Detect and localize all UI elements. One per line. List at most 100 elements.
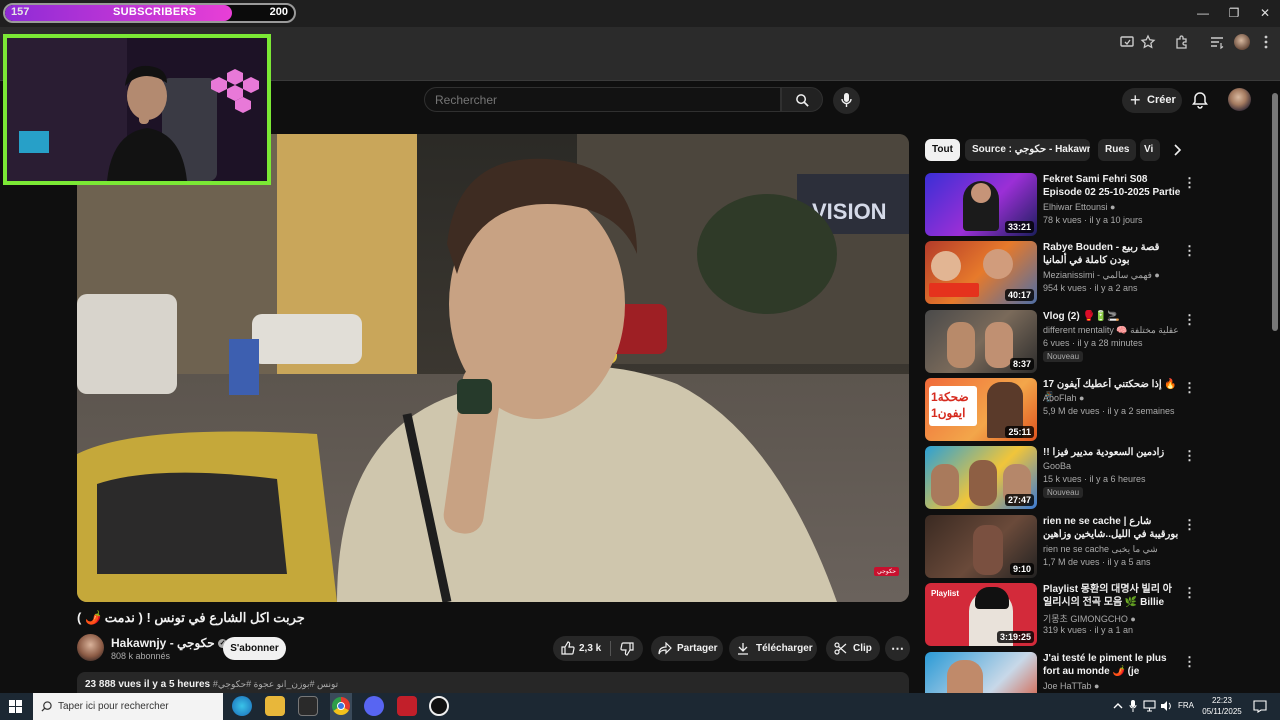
restore-button[interactable]: ❐ bbox=[1224, 4, 1244, 22]
channel-name-text: Mezianissimi - فهمي سالمي bbox=[1043, 270, 1152, 280]
video-thumbnail[interactable]: 8:37 bbox=[925, 310, 1037, 373]
discord-icon[interactable] bbox=[364, 696, 384, 716]
search-button[interactable] bbox=[781, 87, 823, 112]
video-thumbnail[interactable] bbox=[925, 652, 1037, 693]
video-duration: 8:37 bbox=[1009, 358, 1034, 370]
voice-search-button[interactable] bbox=[833, 87, 860, 114]
video-meta: 15 k vues · il y a 6 heures bbox=[1043, 474, 1146, 484]
search-input[interactable] bbox=[424, 87, 781, 112]
video-title[interactable]: زادمين السعودية مديير فيزا !! bbox=[1043, 446, 1181, 459]
profile-avatar[interactable] bbox=[1234, 34, 1250, 50]
video-title[interactable]: rien ne se cache | شارع بورقيبة في الليل… bbox=[1043, 515, 1181, 541]
more-options-icon[interactable]: ⋮ bbox=[1183, 448, 1196, 464]
video-title[interactable]: J'ai testé le piment le plus fort au mon… bbox=[1043, 652, 1181, 678]
more-options-icon[interactable]: ⋮ bbox=[1183, 175, 1196, 191]
video-meta: 1,7 M de vues · il y a 5 ans bbox=[1043, 557, 1151, 567]
channel-name[interactable]: Joe HaTTab ● bbox=[1043, 681, 1099, 691]
subscribe-button[interactable]: S'abonner bbox=[223, 637, 286, 660]
video-thumbnail[interactable]: 33:21 bbox=[925, 173, 1037, 236]
video-title[interactable]: Vlog (2) 🥊🔋🚬 bbox=[1043, 310, 1181, 323]
recommendation-item[interactable]: 1ضحكة 1ايفون 25:11 إذا ضحكتني أعطيك آيفو… bbox=[925, 378, 1200, 442]
notifications-bell-icon[interactable] bbox=[1190, 90, 1210, 110]
recommendation-item[interactable]: 27:47 زادمين السعودية مديير فيزا !! GooB… bbox=[925, 446, 1200, 510]
reading-list-icon[interactable] bbox=[1209, 34, 1225, 50]
obs-icon[interactable] bbox=[429, 696, 449, 716]
channel-name[interactable]: Mezianissimi - فهمي سالمي ● bbox=[1043, 270, 1160, 281]
more-actions-button[interactable]: ⋯ bbox=[885, 636, 910, 661]
video-duration: 3:19:25 bbox=[996, 631, 1034, 643]
cast-icon[interactable] bbox=[1119, 34, 1135, 50]
microphone-icon bbox=[841, 93, 852, 107]
clock[interactable]: 22:23 05/11/2025 bbox=[1200, 695, 1244, 717]
channel-name[interactable]: GooBa bbox=[1043, 461, 1071, 471]
chevron-right-icon[interactable] bbox=[1172, 144, 1182, 156]
video-title[interactable]: Rabye Bouden - قصة ربيع بودن كاملة في أل… bbox=[1043, 241, 1181, 267]
taskbar-search-box[interactable]: Taper ici pour rechercher bbox=[33, 693, 223, 720]
more-options-icon[interactable]: ⋮ bbox=[1183, 517, 1196, 533]
webcam-feed bbox=[7, 38, 267, 181]
recommendation-item[interactable]: Playlist 3:19:25 Playlist 몽환의 대명사 빌리 아일리… bbox=[925, 583, 1200, 647]
page-scrollbar[interactable] bbox=[1270, 81, 1280, 693]
video-thumbnail[interactable]: 1ضحكة 1ايفون 25:11 bbox=[925, 378, 1037, 441]
microphone-icon[interactable] bbox=[1129, 700, 1137, 712]
channel-name[interactable]: rien ne se cache شي ما يخبى bbox=[1043, 544, 1158, 555]
recommendation-item[interactable]: 40:17 Rabye Bouden - قصة ربيع بودن كاملة… bbox=[925, 241, 1200, 305]
more-options-icon[interactable]: ⋮ bbox=[1183, 312, 1196, 328]
notification-center-icon[interactable] bbox=[1253, 700, 1267, 713]
chip-streets[interactable]: Rues bbox=[1098, 139, 1137, 161]
video-title[interactable]: Fekret Sami Fehri S08 Episode 02 25-10-2… bbox=[1043, 173, 1181, 199]
channel-name[interactable]: Hakawnjy - حكوجي ✓ bbox=[111, 636, 228, 650]
close-button[interactable]: ✕ bbox=[1255, 4, 1275, 22]
recommendation-item[interactable]: J'ai testé le piment le plus fort au mon… bbox=[925, 652, 1200, 693]
account-avatar[interactable] bbox=[1228, 88, 1251, 111]
network-icon[interactable] bbox=[1143, 700, 1156, 712]
volume-icon[interactable] bbox=[1160, 700, 1172, 712]
like-count: 2,3 k bbox=[579, 643, 602, 654]
channel-name[interactable]: Elhiwar Ettounsi ● bbox=[1043, 202, 1115, 212]
more-options-icon[interactable]: ⋮ bbox=[1183, 654, 1196, 670]
recommendation-item[interactable]: 9:10 rien ne se cache | شارع بورقيبة في … bbox=[925, 515, 1200, 579]
chip-source[interactable]: Source : حكوجي - Hakawnjy bbox=[965, 139, 1090, 161]
minimize-button[interactable]: — bbox=[1193, 4, 1213, 22]
video-thumbnail[interactable]: 27:47 bbox=[925, 446, 1037, 509]
channel-name[interactable]: 기몽초 GIMONGCHO ● bbox=[1043, 612, 1136, 625]
chrome-menu-icon[interactable] bbox=[1258, 34, 1274, 50]
voicemeeter-icon[interactable] bbox=[397, 696, 417, 716]
download-button[interactable]: Télécharger bbox=[729, 636, 817, 661]
description-box[interactable]: 23 888 vues il y a 5 heures #تونس #بوزن_… bbox=[77, 672, 909, 694]
channel-name-text: Elhiwar Ettounsi bbox=[1043, 202, 1108, 212]
dislike-button[interactable] bbox=[612, 636, 643, 661]
windows-start-icon[interactable] bbox=[9, 700, 22, 713]
more-options-icon[interactable]: ⋮ bbox=[1183, 380, 1196, 396]
video-thumbnail[interactable]: 9:10 bbox=[925, 515, 1037, 578]
video-title[interactable]: Playlist 몽환의 대명사 빌리 아일리시의 전곡 모음 🌿 Billie… bbox=[1043, 583, 1181, 609]
scrollbar-thumb[interactable] bbox=[1272, 93, 1278, 331]
hashtags[interactable]: #تونس #بوزن_انو عجوة #حكوجي bbox=[213, 679, 338, 689]
recommendation-item[interactable]: 8:37 Vlog (2) 🥊🔋🚬 different mentality 🧠 … bbox=[925, 310, 1200, 374]
channel-name[interactable]: different mentality 🧠 عقلية مختلفة bbox=[1043, 325, 1179, 336]
chip-all[interactable]: Tout bbox=[925, 139, 960, 161]
file-explorer-icon[interactable] bbox=[265, 696, 285, 716]
input-language[interactable]: FRA bbox=[1178, 701, 1194, 710]
store-icon[interactable] bbox=[298, 696, 318, 716]
extensions-icon[interactable] bbox=[1174, 34, 1190, 50]
chip-more[interactable]: Vi bbox=[1140, 139, 1160, 161]
recommendation-item[interactable]: 33:21 Fekret Sami Fehri S08 Episode 02 2… bbox=[925, 173, 1200, 237]
more-options-icon[interactable]: ⋮ bbox=[1183, 585, 1196, 601]
chevron-up-icon[interactable] bbox=[1113, 701, 1123, 711]
like-button[interactable]: 2,3 k bbox=[553, 636, 610, 661]
create-button[interactable]: + Créer bbox=[1122, 88, 1182, 113]
download-icon bbox=[738, 643, 748, 655]
share-button[interactable]: Partager bbox=[651, 636, 723, 661]
video-thumbnail[interactable]: 40:17 bbox=[925, 241, 1037, 304]
channel-name[interactable]: AboFlah ● bbox=[1043, 393, 1084, 403]
video-thumbnail[interactable]: Playlist 3:19:25 bbox=[925, 583, 1037, 646]
chrome-taskbar-item[interactable] bbox=[330, 693, 352, 720]
channel-avatar[interactable] bbox=[77, 634, 104, 661]
more-options-icon[interactable]: ⋮ bbox=[1183, 243, 1196, 259]
clip-button[interactable]: Clip bbox=[826, 636, 880, 661]
edge-icon[interactable] bbox=[232, 696, 252, 716]
video-player[interactable]: VISION حكوجي bbox=[77, 134, 909, 602]
clock-date: 05/11/2025 bbox=[1202, 707, 1242, 716]
bookmark-star-icon[interactable] bbox=[1140, 34, 1156, 50]
